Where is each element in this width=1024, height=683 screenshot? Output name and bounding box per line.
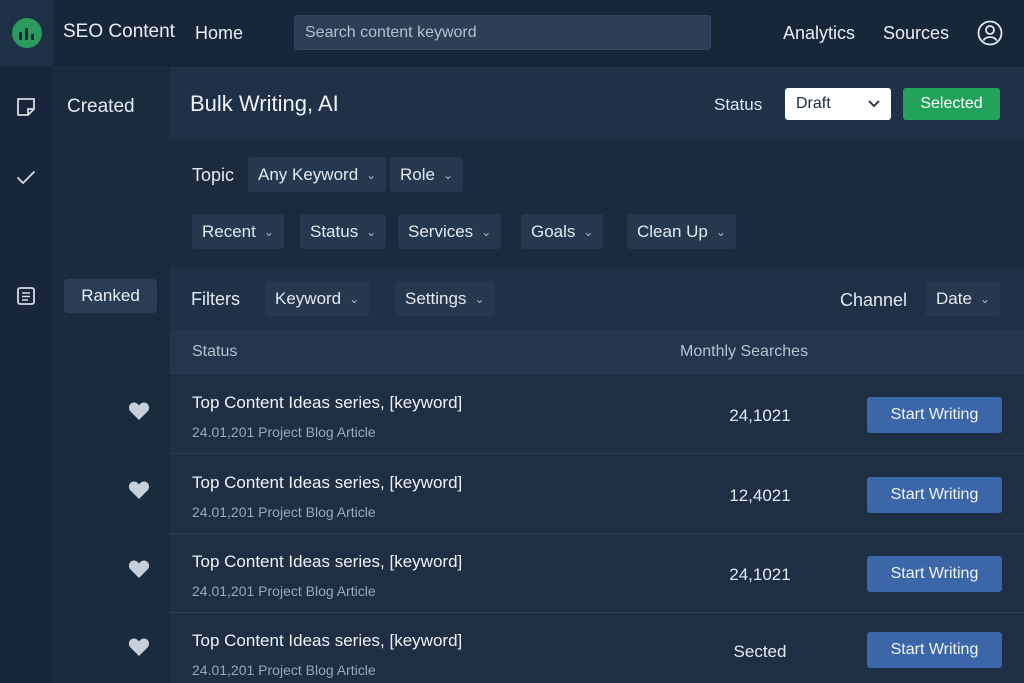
top-bar: SEO Content Home Analytics Sources (0, 0, 1024, 66)
chevron-down-icon: ⌄ (366, 224, 377, 239)
heart-icon[interactable] (128, 637, 150, 657)
chevron-down-icon: ⌄ (583, 224, 594, 239)
filter-chip-label: Goals (531, 221, 576, 241)
role-dropdown-label: Role (400, 164, 435, 184)
page-title: Bulk Writing, AI (190, 91, 339, 116)
user-icon[interactable] (976, 19, 1004, 47)
filter-chip-services[interactable]: Services ⌄ (398, 214, 502, 249)
logo-container (0, 0, 53, 66)
status-label: Status (714, 95, 763, 114)
start-writing-button[interactable]: Start Writing (867, 477, 1002, 513)
logo-icon[interactable] (11, 18, 42, 48)
row-subtitle: 24.01,201 Project Blog Article (192, 662, 376, 678)
keyword-dropdown-label: Any Keyword (258, 164, 359, 184)
filters-label: Filters (191, 289, 240, 309)
table-header: Status Monthly Searches (170, 330, 1024, 374)
app-title: SEO Content (63, 21, 175, 42)
date-dropdown-label: Date (936, 288, 972, 308)
filter-chip-label: Recent (202, 221, 256, 241)
row-subtitle: 24.01,201 Project Blog Article (192, 583, 376, 599)
table-row: Top Content Ideas series, [keyword] 24.0… (170, 375, 1024, 454)
row-title[interactable]: Top Content Ideas series, [keyword] (192, 552, 462, 572)
status-select[interactable]: Draft (785, 88, 891, 120)
row-subtitle: 24.01,201 Project Blog Article (192, 424, 376, 440)
filter-chip-label: Clean Up (637, 221, 708, 241)
topic-label: Topic (192, 165, 235, 185)
chevron-down-icon: ⌄ (979, 291, 990, 306)
filters-bar: Filters Keyword ⌄ Settings ⌄ Channel Dat… (170, 267, 1024, 330)
chevron-down-icon (868, 100, 880, 108)
heart-icon[interactable] (128, 559, 150, 579)
table-row: Top Content Ideas series, [keyword] 24.0… (170, 613, 1024, 683)
status-select-value: Draft (796, 95, 831, 112)
settings-dropdown[interactable]: Settings ⌄ (395, 281, 495, 316)
start-writing-button[interactable]: Start Writing (867, 632, 1002, 668)
filters-area: Topic Any Keyword ⌄ Role ⌄ Recent ⌄ Stat… (170, 139, 1024, 267)
filter-chip-label: Status (310, 221, 359, 241)
filter-chip-status[interactable]: Status ⌄ (300, 214, 387, 249)
chevron-down-icon: ⌄ (349, 291, 360, 306)
note-icon[interactable] (14, 95, 38, 119)
column-header-status[interactable]: Status (192, 343, 237, 361)
row-monthly-searches: 24,1021 (729, 406, 791, 425)
keyword-filter-dropdown[interactable]: Keyword ⌄ (265, 281, 370, 316)
filter-chip-label: Services (408, 221, 474, 241)
check-icon[interactable] (14, 165, 38, 189)
heart-icon[interactable] (128, 480, 150, 500)
row-title[interactable]: Top Content Ideas series, [keyword] (192, 631, 462, 651)
chevron-down-icon: ⌄ (481, 224, 492, 239)
channel-label: Channel (840, 290, 908, 310)
settings-dropdown-label: Settings (405, 288, 467, 308)
row-monthly-searches: 12,4021 (729, 486, 791, 505)
secondary-sidebar: Created Ranked (53, 67, 170, 683)
selected-button[interactable]: Selected (903, 88, 1000, 120)
sidebar-item-ranked[interactable]: Ranked (64, 279, 157, 313)
filter-chip-clean-up[interactable]: Clean Up ⌄ (627, 214, 736, 249)
filter-chip-goals[interactable]: Goals ⌄ (521, 214, 604, 249)
table-row: Top Content Ideas series, [keyword] 24.0… (170, 455, 1024, 534)
column-header-monthly-searches[interactable]: Monthly Searches (680, 343, 808, 361)
page-header: Bulk Writing, AI Status Draft Selected (170, 67, 1024, 139)
row-monthly-searches: 24,1021 (729, 565, 791, 584)
start-writing-button[interactable]: Start Writing (867, 556, 1002, 592)
table-row: Top Content Ideas series, [keyword] 24.0… (170, 534, 1024, 613)
chevron-down-icon: ⌄ (715, 224, 726, 239)
row-title[interactable]: Top Content Ideas series, [keyword] (192, 473, 462, 493)
role-dropdown[interactable]: Role ⌄ (390, 157, 464, 192)
date-dropdown[interactable]: Date ⌄ (926, 281, 1000, 316)
row-title[interactable]: Top Content Ideas series, [keyword] (192, 393, 462, 413)
list-icon[interactable] (14, 284, 38, 308)
nav-home[interactable]: Home (195, 23, 243, 44)
row-subtitle: 24.01,201 Project Blog Article (192, 504, 376, 520)
chevron-down-icon: ⌄ (263, 224, 274, 239)
chevron-down-icon: ⌄ (366, 167, 377, 182)
heart-icon[interactable] (128, 401, 150, 421)
icon-rail (0, 67, 53, 683)
row-monthly-searches: Sected (733, 642, 787, 661)
keyword-filter-label: Keyword (275, 288, 342, 308)
chevron-down-icon: ⌄ (442, 167, 454, 182)
nav-analytics[interactable]: Analytics (783, 23, 855, 44)
start-writing-button[interactable]: Start Writing (867, 397, 1002, 433)
search-input[interactable] (294, 15, 711, 50)
sidebar-item-created[interactable]: Created (67, 96, 135, 118)
chevron-down-icon: ⌄ (474, 291, 485, 306)
filter-chip-recent[interactable]: Recent ⌄ (192, 214, 284, 249)
nav-sources[interactable]: Sources (883, 23, 949, 44)
keyword-dropdown[interactable]: Any Keyword ⌄ (248, 157, 387, 192)
